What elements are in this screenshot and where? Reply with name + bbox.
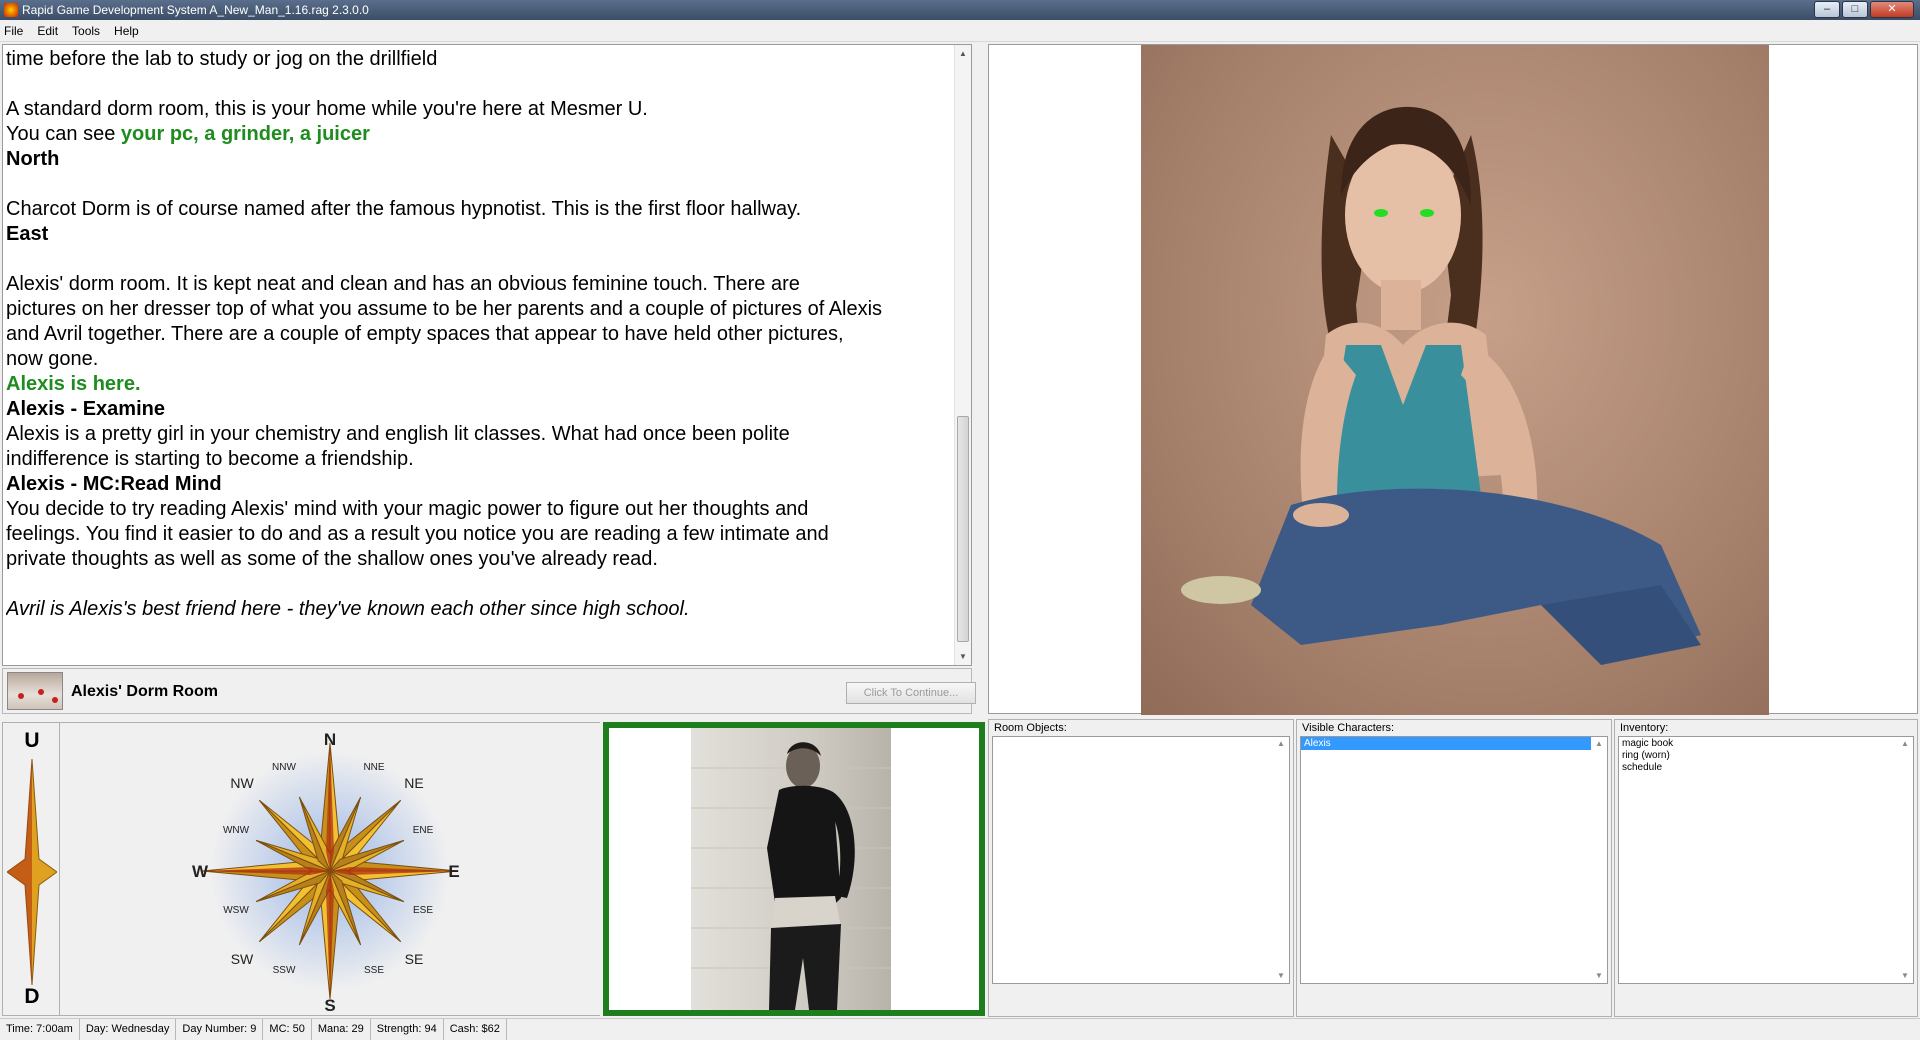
- character-picture-panel: [988, 44, 1918, 715]
- room-objects-panel: Room Objects: ▲ ▼: [988, 719, 1294, 1017]
- story-line: feelings. You find it easier to do and a…: [6, 523, 829, 545]
- player-photo: [691, 728, 891, 1010]
- status-time: Time: 7:00am: [0, 1019, 80, 1040]
- visible-characters-list[interactable]: Alexis ▲ ▼: [1300, 736, 1608, 984]
- room-bar: Alexis' Dorm Room Click To Continue...: [2, 668, 976, 714]
- scroll-down-icon[interactable]: ▼: [1591, 969, 1607, 983]
- compass-sw[interactable]: SW: [231, 951, 254, 967]
- list-item[interactable]: ring (worn): [1619, 750, 1897, 762]
- list-item[interactable]: magic book: [1619, 738, 1897, 750]
- story-line: pictures on her dresser top of what you …: [6, 298, 883, 320]
- scroll-down-arrow-icon[interactable]: ▼: [955, 648, 971, 665]
- story-line: Alexis is here.: [6, 373, 141, 395]
- up-down-star-icon: [7, 759, 57, 985]
- compass-panel: N S E W NE NW SE SW NNE NNW ENE ESE SSE …: [60, 722, 600, 1016]
- compass-ene[interactable]: ENE: [413, 825, 434, 836]
- visible-items: your pc, a grinder, a juicer: [120, 123, 370, 145]
- status-day-number: Day Number: 9: [176, 1019, 264, 1040]
- menu-bar: File Edit Tools Help: [0, 20, 1920, 42]
- menu-file[interactable]: File: [4, 24, 23, 38]
- status-bar: Time: 7:00am Day: Wednesday Day Number: …: [0, 1018, 1920, 1040]
- story-line: A standard dorm room, this is your home …: [6, 98, 648, 120]
- story-line: You decide to try reading Alexis' mind w…: [6, 498, 809, 520]
- app-icon: [4, 3, 18, 17]
- compass-ne[interactable]: NE: [404, 775, 423, 791]
- minimize-button[interactable]: –: [1814, 1, 1840, 18]
- story-line: Alexis - MC:Read Mind: [6, 473, 222, 495]
- compass-e[interactable]: E: [448, 862, 459, 881]
- story-line: and Avril together. There are a couple o…: [6, 323, 844, 345]
- compass-rose-icon: N S E W NE NW SE SW NNE NNW ENE ESE SSE …: [192, 730, 460, 1015]
- visible-characters-title: Visible Characters:: [1302, 722, 1395, 734]
- compass-nw[interactable]: NW: [230, 775, 254, 791]
- room-thumbnail: [7, 672, 63, 710]
- compass-ssw[interactable]: SSW: [273, 965, 296, 976]
- compass-se[interactable]: SE: [405, 951, 424, 967]
- story-line: North: [6, 148, 60, 170]
- scroll-up-icon[interactable]: ▲: [1273, 737, 1289, 751]
- maximize-button[interactable]: □: [1842, 1, 1868, 18]
- story-line: [6, 172, 956, 197]
- status-day: Day: Wednesday: [80, 1019, 177, 1040]
- room-objects-title: Room Objects:: [994, 722, 1067, 734]
- room-name: Alexis' Dorm Room: [71, 683, 218, 700]
- status-strength: Strength: 94: [371, 1019, 444, 1040]
- menu-tools[interactable]: Tools: [72, 24, 100, 38]
- scroll-thumb[interactable]: [957, 416, 969, 642]
- inventory-title: Inventory:: [1620, 722, 1669, 734]
- compass-nne[interactable]: NNE: [363, 762, 384, 773]
- scroll-up-icon[interactable]: ▲: [1897, 737, 1913, 751]
- story-textbox[interactable]: time before the lab to study or jog on t…: [2, 44, 972, 666]
- story-line: [6, 72, 956, 97]
- list-item[interactable]: Alexis: [1301, 737, 1591, 750]
- story-line: Alexis' dorm room. It is kept neat and c…: [6, 273, 800, 295]
- story-line: Charcot Dorm is of course named after th…: [6, 198, 802, 220]
- story-line: Alexis is a pretty girl in your chemistr…: [6, 423, 790, 445]
- status-mana: Mana: 29: [312, 1019, 371, 1040]
- story-line: indifference is starting to become a fri…: [6, 448, 414, 470]
- story-scrollbar[interactable]: ▲ ▼: [954, 45, 971, 665]
- status-mc: MC: 50: [263, 1019, 312, 1040]
- story-line: You can see your pc, a grinder, a juicer: [6, 122, 956, 147]
- down-button[interactable]: D: [3, 985, 61, 1009]
- continue-button[interactable]: Click To Continue...: [846, 682, 976, 704]
- visible-characters-panel: Visible Characters: Alexis ▲ ▼: [1296, 719, 1612, 1017]
- story-line: [6, 247, 956, 272]
- scroll-up-arrow-icon[interactable]: ▲: [955, 45, 971, 62]
- room-objects-list[interactable]: ▲ ▼: [992, 736, 1290, 984]
- story-line: now gone.: [6, 348, 99, 370]
- title-bar: Rapid Game Development System A_New_Man_…: [0, 0, 1920, 20]
- story-line: time before the lab to study or jog on t…: [6, 48, 438, 70]
- story-line: Avril is Alexis's best friend here - the…: [6, 598, 690, 620]
- compass-sse[interactable]: SSE: [364, 965, 384, 976]
- compass-w[interactable]: W: [192, 862, 209, 881]
- scroll-down-icon[interactable]: ▼: [1897, 969, 1913, 983]
- scroll-down-icon[interactable]: ▼: [1273, 969, 1289, 983]
- story-line: East: [6, 223, 49, 245]
- player-picture-frame: [603, 722, 985, 1016]
- inventory-list[interactable]: magic book ring (worn) schedule ▲ ▼: [1618, 736, 1914, 984]
- up-button[interactable]: U: [3, 729, 61, 753]
- character-photo: [1141, 45, 1769, 715]
- up-down-panel: U D: [2, 722, 60, 1016]
- story-line: private thoughts as well as some of the …: [6, 548, 658, 570]
- compass-wsw[interactable]: WSW: [223, 905, 249, 916]
- compass-ese[interactable]: ESE: [413, 905, 433, 916]
- compass-wnw[interactable]: WNW: [223, 825, 250, 836]
- menu-help[interactable]: Help: [114, 24, 139, 38]
- story-line: [6, 572, 956, 597]
- compass-s[interactable]: S: [324, 996, 335, 1015]
- see-prefix: You can see: [6, 123, 121, 145]
- status-cash: Cash: $62: [444, 1019, 507, 1040]
- compass-nnw[interactable]: NNW: [272, 762, 296, 773]
- close-button[interactable]: ✕: [1870, 1, 1914, 18]
- menu-edit[interactable]: Edit: [37, 24, 58, 38]
- story-text: time before the lab to study or jog on t…: [6, 47, 956, 663]
- inventory-panel: Inventory: magic book ring (worn) schedu…: [1614, 719, 1918, 1017]
- list-item[interactable]: schedule: [1619, 762, 1897, 774]
- window-title: Rapid Game Development System A_New_Man_…: [22, 3, 369, 17]
- scroll-up-icon[interactable]: ▲: [1591, 737, 1607, 751]
- compass-n[interactable]: N: [324, 730, 336, 749]
- story-line: Alexis - Examine: [6, 398, 165, 420]
